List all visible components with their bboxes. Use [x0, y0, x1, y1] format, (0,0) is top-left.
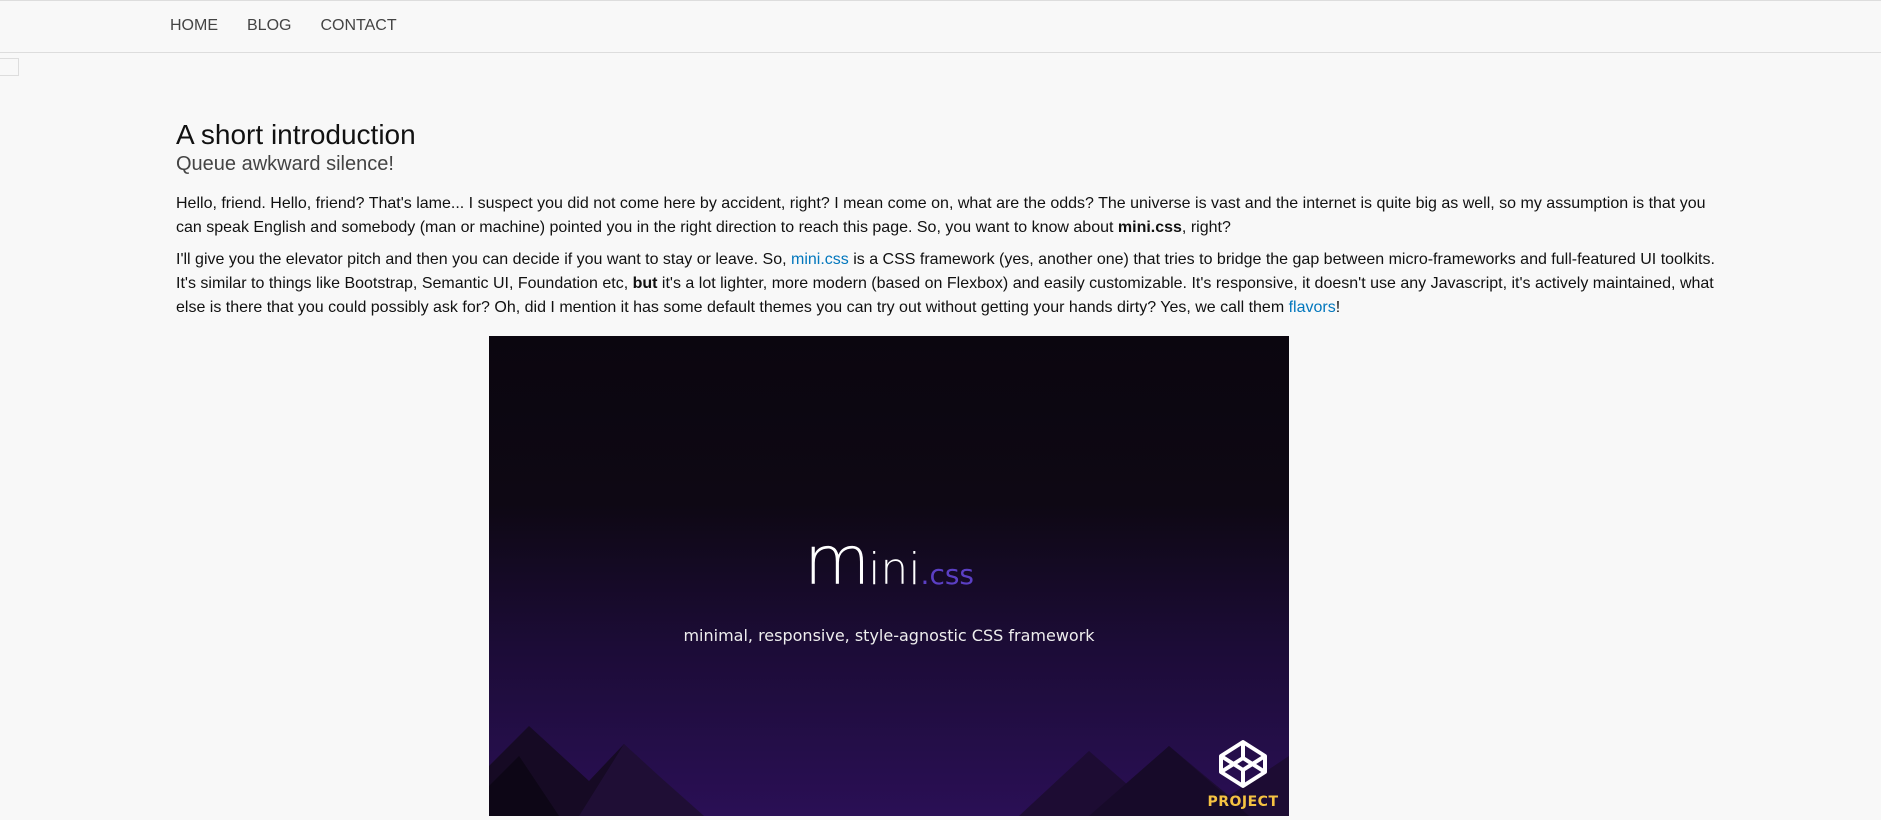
page-title: A short introduction	[176, 119, 416, 150]
mountains-decoration	[489, 726, 1289, 816]
intro-paragraph-2: I'll give you the elevator pitch and the…	[176, 248, 1716, 320]
hero-tagline: minimal, responsive, style-agnostic CSS …	[683, 626, 1095, 645]
p1-text-a: Hello, friend. Hello, friend? That's lam…	[176, 195, 1706, 236]
nav-home-link[interactable]: HOME	[170, 16, 218, 36]
top-navbar: HOME BLOG CONTACT	[0, 0, 1881, 53]
project-badge-label: PROJECT	[1207, 794, 1279, 810]
nav-blog-link[interactable]: BLOG	[247, 16, 291, 36]
logo-m: m	[803, 522, 870, 601]
p2-text-a: I'll give you the elevator pitch and the…	[176, 251, 791, 268]
minicss-logo: mini.css	[489, 522, 1289, 601]
p1-bold: mini.css	[1117, 219, 1182, 236]
logo-css: .css	[920, 558, 975, 591]
intro-paragraph-1: Hello, friend. Hello, friend? That's lam…	[176, 192, 1716, 240]
main-content: A short introduction Queue awkward silen…	[176, 118, 1716, 320]
minicss-link[interactable]: mini.css	[791, 251, 849, 268]
page-subtitle: Queue awkward silence!	[176, 153, 394, 175]
codepen-icon	[1219, 740, 1267, 788]
p2-bold: but	[632, 275, 658, 292]
p1-text-b: , right?	[1181, 219, 1231, 236]
project-badge: PROJECT	[1207, 739, 1279, 810]
p2-text-d: !	[1335, 299, 1341, 316]
drawer-toggle[interactable]	[0, 58, 19, 76]
hero-banner-image: mini.css minimal, responsive, style-agno…	[489, 336, 1289, 816]
main-nav: HOME BLOG CONTACT	[170, 16, 426, 36]
flavors-link[interactable]: flavors	[1289, 299, 1336, 316]
nav-contact-link[interactable]: CONTACT	[320, 16, 396, 36]
logo-ini: ini	[868, 544, 921, 595]
